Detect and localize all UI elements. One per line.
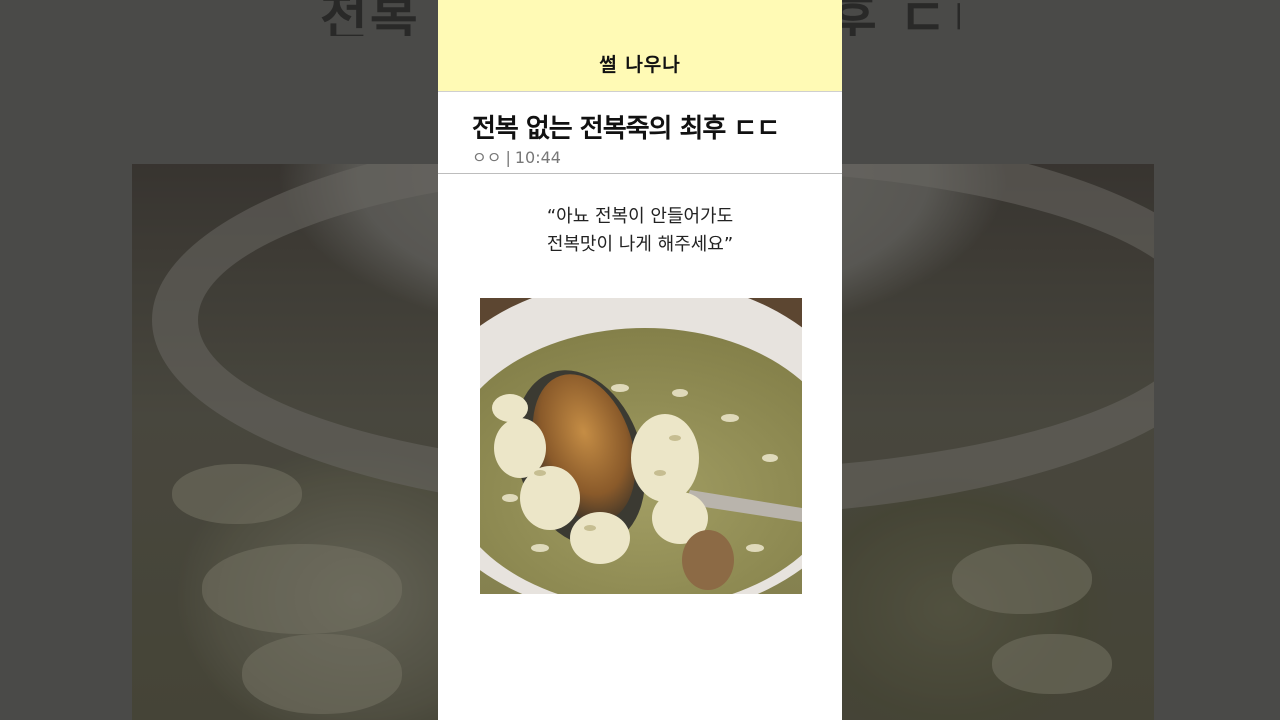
post-header: 전복 없는 전복죽의 최후 ㄷㄷ ㅇㅇ | 10:44 <box>438 92 842 174</box>
brand-header: 썰 나우나 <box>438 0 842 92</box>
quote-line-1: “아뇨 전복이 안들어가도 <box>546 206 734 227</box>
quote-line-2: 전복맛이 나게 해주세요” <box>546 234 734 255</box>
porridge-photo <box>480 298 802 594</box>
brand-logo-text: 썰 나우나 <box>599 54 681 76</box>
post-time: 10:44 <box>514 148 561 167</box>
post-author: ㅇㅇ <box>472 148 502 167</box>
post-meta: ㅇㅇ | 10:44 <box>472 144 561 168</box>
post-title: 전복 없는 전복죽의 최후 ㄷㄷ <box>472 114 780 144</box>
post-card: 썰 나우나 전복 없는 전복죽의 최후 ㄷㄷ ㅇㅇ | 10:44 “아뇨 전복이 … <box>438 0 842 720</box>
post-quote: “아뇨 전복이 안들어가도 전복맛이 나게 해주세요” <box>438 203 842 259</box>
meta-separator: | <box>505 148 511 167</box>
